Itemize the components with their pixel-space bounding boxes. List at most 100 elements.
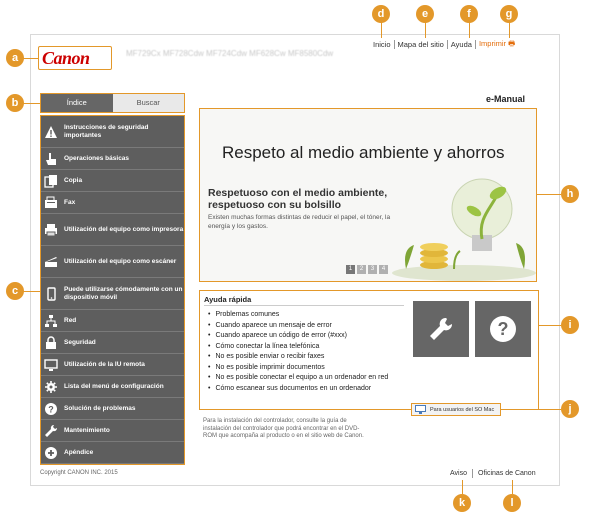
page-dot[interactable]: 4 [379,265,388,274]
offices-link[interactable]: Oficinas de Canon [478,470,536,477]
callout-stem [381,22,382,38]
canon-logo[interactable]: Canon [42,48,106,68]
quick-help-item[interactable]: Problemas comunes [208,310,408,321]
fax-icon [44,196,58,210]
quick-help-panel: Ayuda rápida Problemas comunesCuando apa… [199,290,539,410]
tab-index[interactable]: Índice [41,94,113,112]
callout-stem [22,291,40,292]
wrench-icon [430,317,453,340]
callout-stem [537,194,561,195]
callout-k: k [453,494,471,512]
remote-ui-icon [44,358,58,372]
quick-help-item[interactable]: Cómo conectar la línea telefónica [208,342,408,353]
maintenance-tile[interactable] [413,301,469,357]
lock-icon [44,335,58,350]
page-dot[interactable]: 1 [346,265,355,274]
footer-links: Aviso Oficinas de Canon [450,469,536,478]
sidebar-item[interactable]: ? Solución de problemas [41,398,184,420]
sidebar-item[interactable]: Instrucciones de seguridad importantes [41,116,184,148]
warning-icon [44,125,58,139]
sidebar-item-label: Solución de problemas [64,404,136,412]
print-link[interactable]: Imprimir 🖶 [476,38,518,51]
callout-d: d [372,5,390,23]
sidebar-item-label: Red [64,316,77,324]
quick-help-item[interactable]: Cuando aparece un mensaje de error [208,321,408,332]
copyright: Copyright CANON INC. 2015 [40,470,118,476]
mobile-icon [44,286,58,301]
monitor-icon [415,405,426,414]
sidebar-item-label: Utilización de la IU remota [64,360,145,368]
plus-icon [44,446,58,460]
hand-pointer-icon [44,152,58,166]
mac-users-button[interactable]: Para usuarios del SO Mac [411,403,501,416]
quick-help-title: Ayuda rápida [204,295,252,304]
quick-help-item[interactable]: No es posible enviar o recibir faxes [208,352,408,363]
callout-c: c [6,282,24,300]
quick-help-item[interactable]: Cómo escanear sus documentos en un orden… [208,384,408,395]
print-label: Imprimir [478,38,507,48]
question-icon: ? [490,316,516,342]
callout-b: b [6,94,24,112]
notice-link[interactable]: Aviso [450,470,467,477]
callout-e: e [416,5,434,23]
mac-users-label: Para usuarios del SO Mac [430,406,495,413]
sidebar-item-label: Instrucciones de seguridad importantes [64,123,149,139]
sidebar-item[interactable]: Utilización de la IU remota [41,354,184,376]
callout-stem [501,409,561,410]
callout-stem [509,22,510,38]
callout-j: j [561,400,579,418]
hero-subtitle: Respetuoso con el medio ambiente, respet… [208,187,388,211]
network-icon [44,314,58,328]
quick-help-list: Problemas comunesCuando aparece un mensa… [208,310,408,394]
page-dot[interactable]: 3 [368,265,377,274]
sidebar-item-label: Seguridad [64,338,96,346]
sidebar-item-label: Operaciones básicas [64,154,130,162]
sidebar-item-label: Mantenimiento [64,426,110,434]
tab-search[interactable]: Buscar [112,94,184,112]
callout-a: a [6,49,24,67]
footer-divider [472,469,473,478]
sidebar-nav: Instrucciones de seguridad importantes Op… [40,115,185,465]
sidebar-item[interactable]: Puede utilizarse cómodamente con un disp… [41,278,184,310]
sidebar-item[interactable]: Apéndice [41,442,184,464]
sidebar-item[interactable]: Lista del menú de configuración [41,376,184,398]
page-dot[interactable]: 2 [357,265,366,274]
sidebar-item[interactable]: Red [41,310,184,332]
troubleshooting-tile[interactable]: ? [475,301,531,357]
callout-h: h [561,185,579,203]
quick-help-item[interactable]: No es posible conectar el equipo a un or… [208,373,408,384]
gear-icon [44,380,58,394]
callout-i: i [561,316,579,334]
printer-icon [44,223,58,237]
sitemap-link[interactable]: Mapa del sitio [395,40,447,49]
sidebar-item[interactable]: Mantenimiento [41,420,184,442]
home-link[interactable]: Inicio [370,40,394,49]
emanual-title: e-Manual [486,94,526,104]
sidebar-item[interactable]: Fax [41,192,184,214]
sidebar-item[interactable]: Utilización del equipo como escáner [41,246,184,278]
help-link[interactable]: Ayuda [448,40,475,49]
svg-text:?: ? [498,319,509,339]
sidebar-item-label: Apéndice [64,448,94,456]
sidebar-item[interactable]: Operaciones básicas [41,148,184,170]
quick-help-item[interactable]: Cuando aparece un código de error (#xxx) [208,331,408,342]
sidebar-item[interactable]: Seguridad [41,332,184,354]
hero-description: Existen muchas formas distintas de reduc… [208,214,391,230]
sidebar-tabs: Índice Buscar [40,93,185,113]
callout-stem [22,103,40,104]
sidebar-item-label: Utilización del equipo como impresora [64,225,184,233]
quick-help-divider [204,305,404,306]
sidebar-item-label: Copia [64,176,83,184]
sidebar-item[interactable]: Utilización del equipo como impresora [41,214,184,246]
hero-banner[interactable]: Respeto al medio ambiente y ahorros Resp… [199,108,537,282]
sidebar-item-label: Lista del menú de configuración [64,382,164,390]
quick-help-item[interactable]: No es posible imprimir documentos [208,363,408,374]
sidebar-item[interactable]: Copia [41,170,184,192]
sidebar-item-label: Fax [64,198,76,206]
callout-stem [462,480,463,494]
sidebar-item-label: Puede utilizarse cómodamente con un disp… [64,285,183,301]
scanner-icon [44,255,58,269]
callout-g: g [500,5,518,23]
sidebar-item-label: Utilización del equipo como escáner [64,257,177,265]
callout-stem [469,22,470,38]
